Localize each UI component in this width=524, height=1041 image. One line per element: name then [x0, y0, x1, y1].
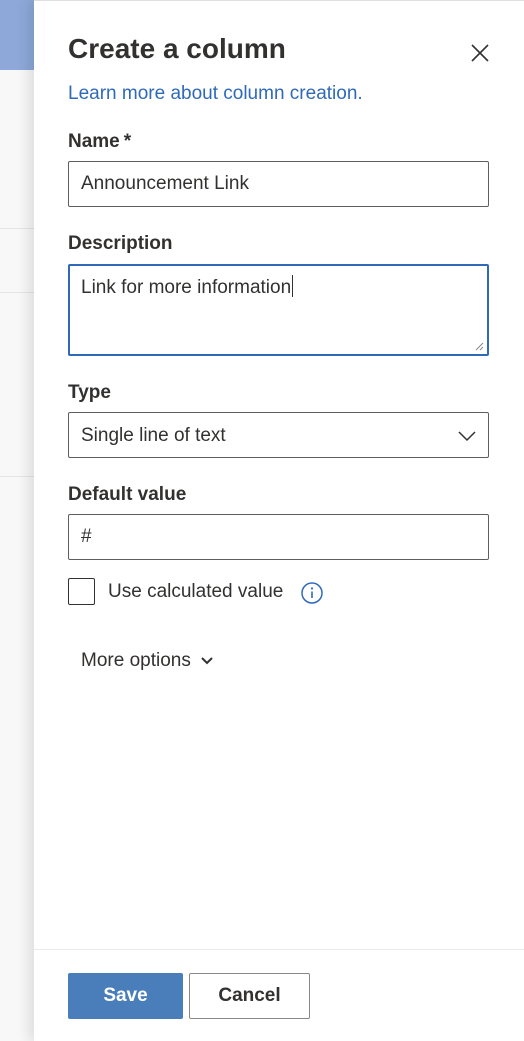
background-divider — [0, 228, 34, 229]
type-selected-value: Single line of text — [81, 425, 226, 446]
learn-more-link[interactable]: Learn more about column creation. — [68, 81, 363, 107]
cancel-button[interactable]: Cancel — [189, 973, 310, 1019]
name-label: Name * — [68, 129, 131, 155]
description-textarea[interactable]: Link for more information — [68, 264, 489, 356]
name-input[interactable] — [68, 161, 489, 207]
background-app — [0, 0, 34, 1041]
info-icon[interactable] — [300, 581, 324, 605]
description-label: Description — [68, 233, 173, 254]
panel-title: Create a column — [68, 33, 286, 64]
footer-divider — [34, 949, 524, 950]
background-divider — [0, 292, 34, 293]
default-value-label: Default value — [68, 484, 187, 505]
chevron-down-icon — [458, 431, 476, 442]
name-label-text: Name — [68, 131, 120, 152]
background-divider — [0, 476, 34, 477]
chevron-down-icon — [201, 657, 213, 665]
default-value-input[interactable] — [68, 514, 489, 560]
save-button[interactable]: Save — [68, 973, 183, 1019]
resize-grip-icon[interactable] — [474, 341, 484, 351]
type-label: Type — [68, 382, 111, 403]
calculated-value-checkbox[interactable] — [68, 578, 95, 605]
more-options-label: More options — [81, 650, 191, 671]
type-dropdown[interactable]: Single line of text — [68, 412, 489, 458]
close-icon — [471, 44, 489, 62]
background-accent-bar — [0, 0, 34, 70]
calculated-value-label: Use calculated value — [108, 581, 284, 602]
more-options-button[interactable]: More options — [81, 646, 215, 676]
calculated-value-row: Use calculated value — [68, 578, 368, 608]
page: Create a column Learn more about column … — [0, 0, 524, 1041]
create-column-panel: Create a column Learn more about column … — [34, 0, 524, 1041]
close-button[interactable] — [460, 33, 500, 73]
description-text: Link for more information — [81, 277, 292, 298]
required-marker: * — [123, 131, 132, 152]
text-caret — [292, 275, 294, 297]
